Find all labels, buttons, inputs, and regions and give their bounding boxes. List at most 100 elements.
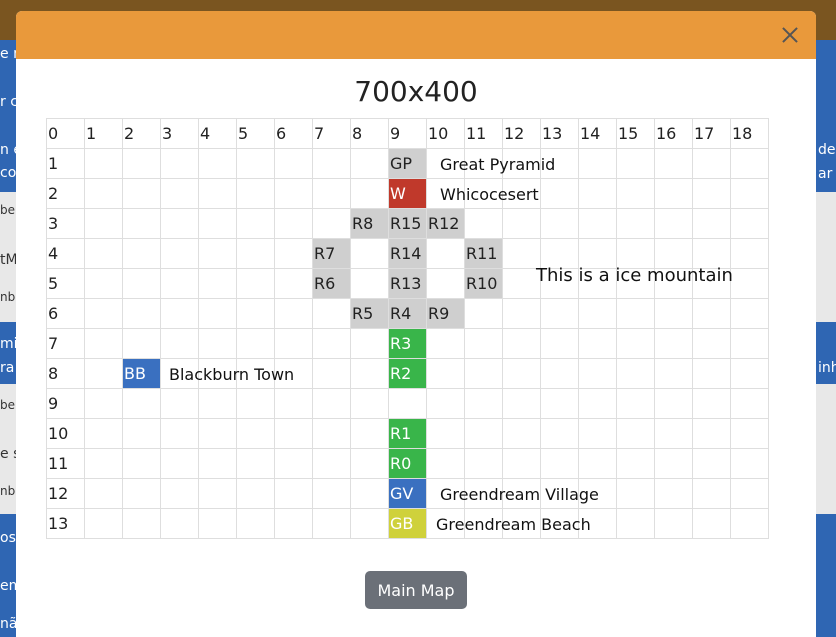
map-cell-empty: [312, 298, 351, 329]
map-cell-empty: [578, 208, 617, 239]
map-cell-empty: [540, 388, 579, 419]
column-header: 5: [236, 118, 275, 149]
map-cell-empty: [160, 238, 199, 269]
map-cell-r2[interactable]: R2: [388, 358, 427, 389]
map-cell-empty: [654, 178, 693, 209]
map-cell-empty: [692, 328, 731, 359]
map-cell-r8[interactable]: R8: [350, 208, 389, 239]
map-cell-empty: [274, 148, 313, 179]
map-cell-r13[interactable]: R13: [388, 268, 427, 299]
map-cell-r7[interactable]: R7: [312, 238, 351, 269]
map-cell-r11[interactable]: R11: [464, 238, 503, 269]
map-cell-empty: [274, 328, 313, 359]
map-cell-empty: [730, 238, 769, 269]
map-cell-empty: [578, 388, 617, 419]
map-cell-empty: [122, 148, 161, 179]
map-cell-empty: [160, 418, 199, 449]
map-cell-empty: [84, 178, 123, 209]
location-label: Great Pyramid: [440, 155, 556, 174]
column-header: 16: [654, 118, 693, 149]
map-cell-empty: [84, 298, 123, 329]
background-text: co: [0, 165, 17, 181]
map-cell-empty: [350, 358, 389, 389]
map-cell-empty: [160, 328, 199, 359]
map-cell-empty: [730, 448, 769, 479]
map-cell-empty: [464, 418, 503, 449]
map-cell-empty: [540, 208, 579, 239]
map-cell-w[interactable]: W Whicocesert: [388, 178, 539, 209]
map-cell-empty: [730, 148, 769, 179]
map-modal: 700x400 0 1 2 3 4 5 6 7 8 9 10 11 12 13 14 15 16 17 18 1 GP G…: [16, 11, 816, 637]
map-cell-empty: [540, 358, 579, 389]
cell-code: R5: [352, 304, 374, 323]
map-cell-empty: [426, 328, 465, 359]
map-cell-empty: [236, 328, 275, 359]
map-cell-empty: [84, 358, 123, 389]
map-cell-empty: [236, 238, 275, 269]
map-cell-empty: [312, 388, 351, 419]
cell-code: R7: [314, 244, 336, 263]
map-cell-r1[interactable]: R1: [388, 418, 427, 449]
map-cell-empty: [160, 178, 199, 209]
map-cell-r3[interactable]: R3: [388, 328, 427, 359]
map-cell-empty: [312, 208, 351, 239]
location-label: Whicocesert: [440, 185, 539, 204]
map-cell-empty: [502, 208, 541, 239]
map-cell-bb[interactable]: BB Blackburn Town: [122, 358, 294, 389]
map-cell-gv[interactable]: GV Greendream Village: [388, 478, 599, 509]
map-cell-r12[interactable]: R12: [426, 208, 465, 239]
map-cell-r15[interactable]: R15: [388, 208, 427, 239]
column-header: 4: [198, 118, 237, 149]
close-icon[interactable]: [778, 23, 802, 47]
location-label: Greendream Beach: [436, 515, 591, 534]
map-cell-empty: [122, 418, 161, 449]
map-cell-r0[interactable]: R0: [388, 448, 427, 479]
map-cell-r9[interactable]: R9: [426, 298, 465, 329]
map-cell-empty: [274, 508, 313, 539]
map-cell-r5[interactable]: R5: [350, 298, 389, 329]
column-header: 12: [502, 118, 541, 149]
map-cell-r10[interactable]: R10: [464, 268, 503, 299]
map-cell-empty: [312, 478, 351, 509]
row-header: 12: [46, 478, 85, 509]
map-cell-empty: [350, 448, 389, 479]
map-cell-empty: [84, 328, 123, 359]
row-header: 6: [46, 298, 85, 329]
map-cell-empty: [426, 388, 465, 419]
cell-code: R2: [390, 364, 412, 383]
map-cell-empty: [692, 418, 731, 449]
grid-row: 2 W Whicocesert: [46, 178, 769, 209]
row-header: 10: [46, 418, 85, 449]
map-cell-r14[interactable]: R14: [388, 238, 427, 269]
cell-code: R10: [466, 274, 498, 293]
map-cell-empty: [502, 298, 541, 329]
cell-code: R0: [390, 454, 412, 473]
map-cell-empty: [502, 238, 541, 269]
grid-header-row: 0 1 2 3 4 5 6 7 8 9 10 11 12 13 14 15 16 17 18: [46, 118, 769, 149]
cell-code: GB: [390, 514, 414, 533]
background-text: ra: [0, 360, 15, 376]
map-cell-empty: [692, 238, 731, 269]
map-cell-empty: [122, 208, 161, 239]
map-cell-empty: [122, 448, 161, 479]
map-cell-empty: [350, 508, 389, 539]
map-cell-empty: [312, 418, 351, 449]
row-header: 13: [46, 508, 85, 539]
grid-row: 9: [46, 388, 769, 419]
map-cell-empty: [502, 418, 541, 449]
row-header: 2: [46, 178, 85, 209]
map-cell-empty: [274, 418, 313, 449]
map-cell-gp[interactable]: GP Great Pyramid: [388, 148, 555, 179]
main-map-button[interactable]: Main Map: [365, 571, 467, 609]
cell-code: R1: [390, 424, 412, 443]
map-cell-empty: [274, 388, 313, 419]
map-cell-empty: [654, 298, 693, 329]
map-cell-r6[interactable]: R6: [312, 268, 351, 299]
map-cell-r4[interactable]: R4: [388, 298, 427, 329]
map-cell-empty: [654, 208, 693, 239]
map-cell-empty: [274, 238, 313, 269]
map-cell-empty: [616, 388, 655, 419]
map-cell-empty: [464, 298, 503, 329]
map-cell-gb[interactable]: GB Greendream Beach: [388, 508, 591, 539]
row-header: 11: [46, 448, 85, 479]
